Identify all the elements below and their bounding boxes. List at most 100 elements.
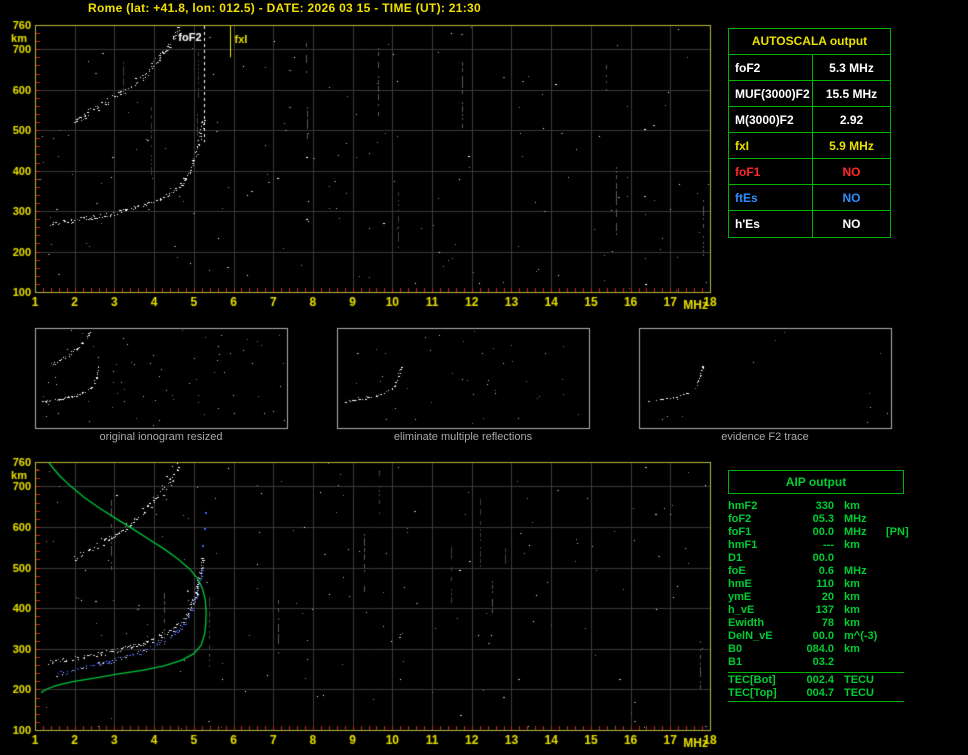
- param-unit: MHz: [844, 513, 867, 525]
- aip-tec-rows: TEC[Bot] 002.4 TECU TEC[Top] 004.7 TECU: [728, 672, 904, 702]
- aip-row-d1: D1 00.0: [728, 552, 904, 565]
- param-value: 00.0: [812, 526, 834, 538]
- param-unit: km: [844, 617, 860, 629]
- autoscala-row-hes: h'Es NO: [729, 211, 890, 237]
- param-label: fxI: [729, 133, 813, 158]
- param-flag: [884, 643, 904, 656]
- aip-row-b1: B1 03.2: [728, 656, 904, 669]
- param-flag: [884, 513, 904, 526]
- aip-table-rows: hmF2 330 km foF2 05.3 MHz foF1 00.0 MHz [PN] hmF1 -…: [728, 500, 909, 669]
- aip-table-title: AIP output: [728, 470, 904, 494]
- param-label: hmF1: [728, 539, 758, 551]
- autoscala-row-fxi: fxI 5.9 MHz: [729, 133, 890, 159]
- aip-row-tecbot: TEC[Bot] 002.4 TECU: [728, 674, 904, 687]
- param-label: h_vE: [728, 604, 755, 616]
- param-value: 330: [815, 500, 834, 512]
- param-label: M(3000)F2: [729, 107, 813, 132]
- param-label: D1: [728, 552, 743, 564]
- aip-row-b0: B0 084.0 km: [728, 643, 904, 656]
- param-label: B1: [728, 656, 743, 668]
- param-value: 0.6: [818, 565, 834, 577]
- param-value: NO: [842, 217, 861, 231]
- param-label: foE: [728, 565, 746, 577]
- autoscala-row-fof2: foF2 5.3 MHz: [729, 55, 890, 81]
- param-value: 15.5 MHz: [825, 86, 878, 101]
- param-value: 00.0: [812, 630, 834, 642]
- autoscala-row-m3000f2: M(3000)F2 2.92: [729, 107, 890, 133]
- param-label: hmE: [728, 578, 752, 590]
- autoscala-row-ftes: ftEs NO: [729, 185, 890, 211]
- param-flag: [884, 604, 904, 617]
- param-unit: [834, 656, 884, 669]
- param-label: h'Es: [729, 211, 813, 237]
- param-flag: [884, 617, 904, 630]
- param-unit: km: [844, 500, 860, 512]
- param-label: hmF2: [728, 500, 758, 512]
- param-unit: km: [844, 643, 860, 655]
- param-flag: [884, 656, 904, 669]
- param-value: 137: [815, 604, 834, 616]
- aip-row-fof2: foF2 05.3 MHz: [728, 513, 904, 526]
- param-unit: MHz: [844, 565, 867, 577]
- param-value: 5.9 MHz: [829, 138, 874, 153]
- param-label: Ewidth: [728, 617, 765, 629]
- param-label: TEC[Top]: [728, 687, 777, 699]
- param-unit: TECU: [844, 674, 874, 686]
- param-label: foF2: [729, 55, 813, 80]
- param-flag: [884, 687, 904, 700]
- param-label: TEC[Bot]: [728, 674, 776, 686]
- param-unit: [834, 552, 884, 565]
- autoscala-table-rows: foF2 5.3 MHz MUF(3000)F2 15.5 MHz M(3000)F2 2…: [729, 55, 890, 237]
- param-flag: [884, 674, 904, 687]
- param-value: 084.0: [806, 643, 834, 655]
- aip-row-fof1: foF1 00.0 MHz [PN]: [728, 526, 909, 539]
- param-flag: [884, 500, 904, 513]
- param-flag: [884, 565, 904, 578]
- param-value: NO: [842, 164, 861, 179]
- param-flag: [884, 578, 904, 591]
- thumbnail-caption: eliminate multiple reflections: [393, 431, 533, 443]
- param-unit: km: [844, 604, 860, 616]
- aip-row-yme: ymE 20 km: [728, 591, 904, 604]
- param-flag: [884, 552, 904, 565]
- autoscala-row-muf3000f2: MUF(3000)F2 15.5 MHz: [729, 81, 890, 107]
- param-unit: km: [844, 539, 860, 551]
- autoscala-table-title: AUTOSCALA output: [729, 29, 890, 55]
- aip-row-tectop: TEC[Top] 004.7 TECU: [728, 687, 904, 700]
- param-flag: [884, 591, 904, 604]
- param-unit: km: [844, 591, 860, 603]
- param-flag: [PN]: [886, 526, 909, 538]
- param-value: 2.92: [839, 112, 864, 127]
- param-unit: km: [844, 578, 860, 590]
- param-value: ---: [823, 539, 834, 551]
- aip-row-hme: hmE 110 km: [728, 578, 904, 591]
- param-unit: m^(-3): [844, 630, 878, 642]
- param-label: ftEs: [729, 185, 813, 210]
- autoscala-output-table: AUTOSCALA output foF2 5.3 MHz MUF(3000)F2 1…: [728, 28, 891, 238]
- autoscala-row-fof1: foF1 NO: [729, 159, 890, 185]
- param-unit: TECU: [844, 687, 874, 699]
- aip-row-ewidth: Ewidth 78 km: [728, 617, 904, 630]
- param-value: 20: [821, 591, 834, 603]
- param-value: 03.2: [812, 656, 834, 668]
- aip-row-hmf1: hmF1 --- km: [728, 539, 904, 552]
- aip-output-table: AIP output hmF2 330 km foF2 05.3 MHz foF1 00.0 M…: [728, 470, 909, 702]
- thumbnail-caption: original ionogram resized: [99, 431, 223, 443]
- param-label: foF2: [728, 513, 752, 525]
- param-label: MUF(3000)F2: [729, 81, 813, 106]
- param-value: 78: [821, 617, 834, 629]
- param-label: B0: [728, 643, 743, 655]
- param-label: ymE: [728, 591, 752, 603]
- param-value: 00.0: [812, 552, 834, 564]
- param-value: 002.4: [806, 674, 834, 686]
- aip-row-foe: foE 0.6 MHz: [728, 565, 904, 578]
- param-flag: [884, 630, 904, 643]
- param-value: 110: [816, 578, 834, 590]
- param-unit: MHz: [844, 526, 867, 538]
- param-label: foF1: [728, 526, 752, 538]
- param-label: DelN_vE: [728, 630, 773, 642]
- aip-row-hve: h_vE 137 km: [728, 604, 904, 617]
- param-value: 05.3: [812, 513, 834, 525]
- aip-row-delnve: DelN_vE 00.0 m^(-3): [728, 630, 904, 643]
- aip-row-hmf2: hmF2 330 km: [728, 500, 904, 513]
